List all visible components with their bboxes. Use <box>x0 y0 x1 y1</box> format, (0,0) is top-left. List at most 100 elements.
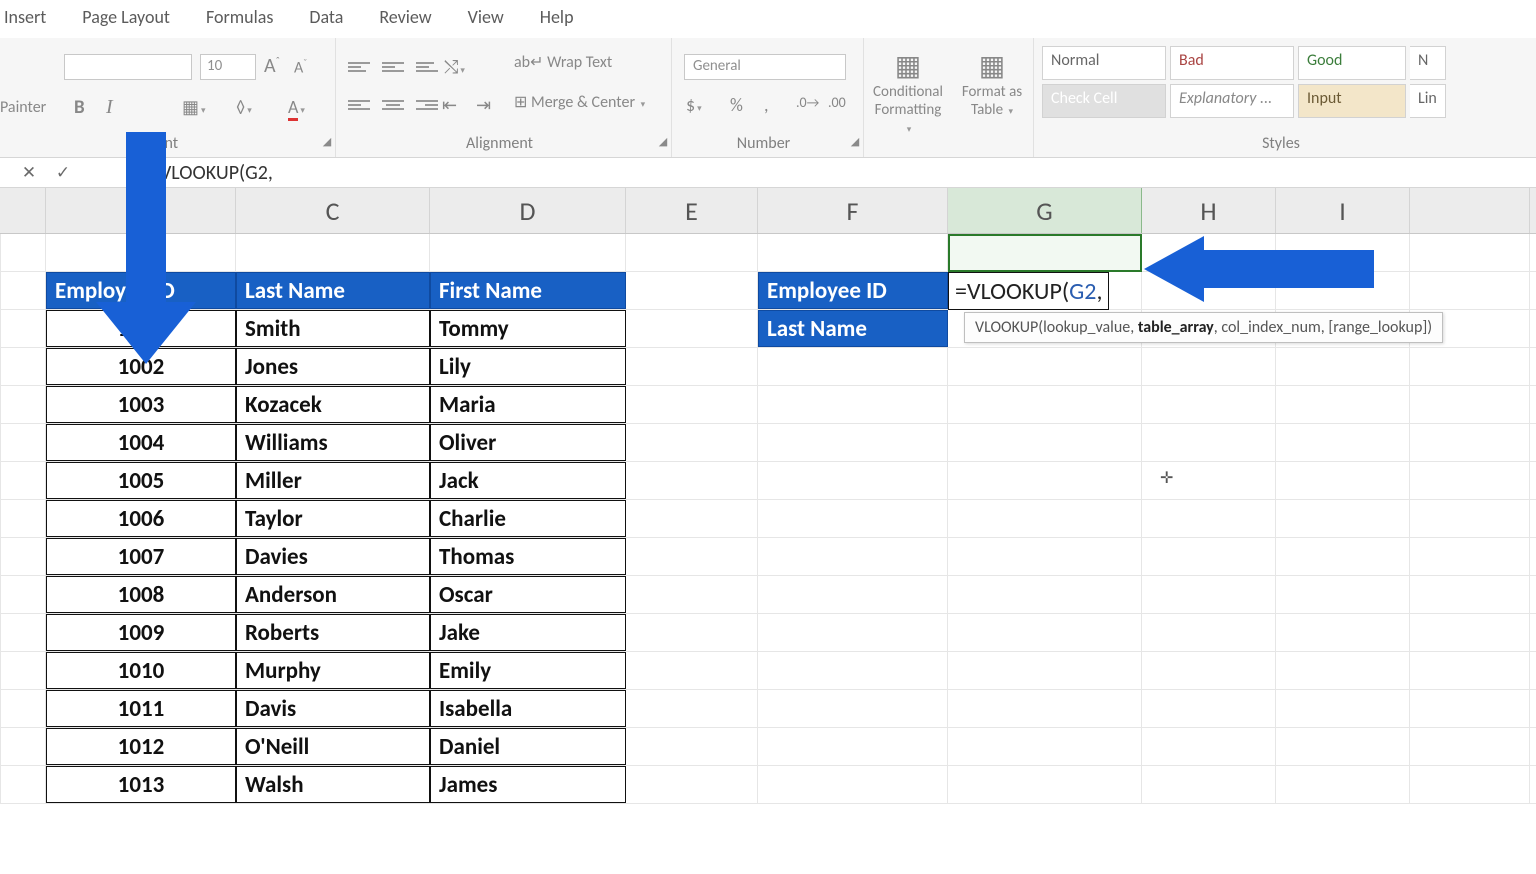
increase-font-icon[interactable]: Aˆ <box>264 54 280 78</box>
table-row[interactable]: Kozacek <box>236 386 430 423</box>
font-color-icon[interactable]: A▾ <box>288 96 305 118</box>
lookup-label-id[interactable]: Employee ID <box>758 272 948 309</box>
table-row[interactable]: Miller <box>236 462 430 499</box>
table-row[interactable]: O'Neill <box>236 728 430 765</box>
increase-decimal-icon[interactable]: .0→ <box>796 94 819 111</box>
table-row[interactable]: Maria <box>430 386 626 423</box>
font-size-combo[interactable]: 10 <box>200 54 256 80</box>
table-row[interactable]: Anderson <box>236 576 430 613</box>
align-right-icon[interactable] <box>416 94 438 116</box>
table-row[interactable]: Murphy <box>236 652 430 689</box>
table-row[interactable]: Williams <box>236 424 430 461</box>
col-head-e[interactable]: E <box>626 188 758 233</box>
spreadsheet-grid[interactable]: =VLOOKUP(G2, VLOOKUP(lookup_value, table… <box>0 234 1536 874</box>
align-center-icon[interactable] <box>382 94 404 116</box>
active-cell-g2[interactable] <box>948 234 1142 272</box>
style-good[interactable]: Good <box>1298 46 1406 80</box>
font-dialog-launcher[interactable]: ◢ <box>319 135 335 151</box>
borders-icon[interactable]: ▦▾ <box>182 96 206 118</box>
table-row[interactable]: Smith <box>236 310 430 347</box>
accept-formula-button[interactable]: ✓ <box>46 162 80 183</box>
th-last-name[interactable]: Last Name <box>236 272 430 309</box>
menu-review[interactable]: Review <box>379 6 431 28</box>
th-first-name[interactable]: First Name <box>430 272 626 309</box>
style-bad[interactable]: Bad <box>1170 46 1294 80</box>
table-row[interactable]: 1011 <box>46 690 236 727</box>
decrease-font-icon[interactable]: Aˇ <box>294 56 307 77</box>
table-row[interactable]: Roberts <box>236 614 430 651</box>
align-bottom-icon[interactable] <box>416 56 438 78</box>
table-row[interactable]: 1006 <box>46 500 236 537</box>
number-dialog-launcher[interactable]: ◢ <box>847 135 863 151</box>
table-row[interactable]: Charlie <box>430 500 626 537</box>
table-row[interactable]: Isabella <box>430 690 626 727</box>
table-row[interactable]: Daniel <box>430 728 626 765</box>
style-linked[interactable]: Lin <box>1410 84 1446 118</box>
table-row[interactable]: Tommy <box>430 310 626 347</box>
menu-help[interactable]: Help <box>540 6 574 28</box>
cell-g3-formula[interactable]: =VLOOKUP(G2, <box>948 272 1109 310</box>
merge-center-button[interactable]: ⊞ Merge & Center ▾ <box>514 92 645 112</box>
table-row[interactable]: Emily <box>430 652 626 689</box>
orientation-icon[interactable]: ⤭▾ <box>444 56 465 78</box>
col-head-d[interactable]: D <box>430 188 626 233</box>
menu-page-layout[interactable]: Page Layout <box>82 6 170 28</box>
number-format-combo[interactable]: General <box>684 54 846 80</box>
style-normal[interactable]: Normal <box>1042 46 1166 80</box>
table-row[interactable]: 1010 <box>46 652 236 689</box>
table-row[interactable]: Taylor <box>236 500 430 537</box>
table-row[interactable]: Davis <box>236 690 430 727</box>
table-row[interactable]: James <box>430 766 626 803</box>
table-row[interactable]: Thomas <box>430 538 626 575</box>
table-row[interactable]: Jake <box>430 614 626 651</box>
col-head-f[interactable]: F <box>758 188 948 233</box>
col-head-i[interactable]: I <box>1276 188 1410 233</box>
style-input[interactable]: Input <box>1298 84 1406 118</box>
menu-data[interactable]: Data <box>309 6 343 28</box>
menu-formulas[interactable]: Formulas <box>206 6 273 28</box>
table-row[interactable]: 1007 <box>46 538 236 575</box>
table-row[interactable]: 1009 <box>46 614 236 651</box>
table-row[interactable]: Jones <box>236 348 430 385</box>
table-row[interactable]: Oliver <box>430 424 626 461</box>
decrease-indent-icon[interactable]: ⇤ <box>442 94 457 116</box>
style-explanatory[interactable]: Explanatory ... <box>1170 84 1294 118</box>
table-row[interactable]: 1008 <box>46 576 236 613</box>
conditional-formatting-button[interactable]: ▦Conditional Formatting ▾ <box>872 48 944 137</box>
align-top-icon[interactable] <box>348 56 370 78</box>
col-head-g[interactable]: G <box>948 188 1142 233</box>
percent-icon[interactable]: % <box>730 94 743 116</box>
cancel-formula-button[interactable]: ✕ <box>12 162 46 183</box>
alignment-dialog-launcher[interactable]: ◢ <box>655 135 671 151</box>
bold-button[interactable]: B <box>74 96 85 119</box>
format-as-table-button[interactable]: ▦Format as Table ▾ <box>956 48 1028 119</box>
increase-indent-icon[interactable]: ⇥ <box>476 94 491 116</box>
comma-icon[interactable]: , <box>764 94 769 116</box>
table-row[interactable]: 1012 <box>46 728 236 765</box>
col-head-j[interactable] <box>1410 188 1530 233</box>
align-left-icon[interactable] <box>348 94 370 116</box>
table-row[interactable]: 1003 <box>46 386 236 423</box>
table-row[interactable]: Davies <box>236 538 430 575</box>
style-neutral[interactable]: N <box>1410 46 1446 80</box>
italic-button[interactable]: I <box>106 96 113 119</box>
lookup-label-lastname[interactable]: Last Name <box>758 310 948 347</box>
decrease-decimal-icon[interactable]: .00 <box>828 94 846 111</box>
menu-view[interactable]: View <box>468 6 504 28</box>
style-check-cell[interactable]: Check Cell <box>1042 84 1166 118</box>
table-row[interactable]: 1013 <box>46 766 236 803</box>
col-head-blank[interactable] <box>0 188 46 233</box>
table-row[interactable]: Oscar <box>430 576 626 613</box>
align-middle-icon[interactable] <box>382 56 404 78</box>
col-head-c[interactable]: C <box>236 188 430 233</box>
font-name-combo[interactable] <box>64 54 192 80</box>
wrap-text-button[interactable]: ab↵ Wrap Text <box>514 52 612 72</box>
col-head-h[interactable]: H <box>1142 188 1276 233</box>
menu-insert[interactable]: Insert <box>4 6 46 28</box>
currency-icon[interactable]: $▾ <box>686 94 702 116</box>
table-row[interactable]: Walsh <box>236 766 430 803</box>
table-row[interactable]: 1005 <box>46 462 236 499</box>
table-row[interactable]: Jack <box>430 462 626 499</box>
fill-color-icon[interactable]: ◊▾ <box>236 96 252 118</box>
table-row[interactable]: 1004 <box>46 424 236 461</box>
